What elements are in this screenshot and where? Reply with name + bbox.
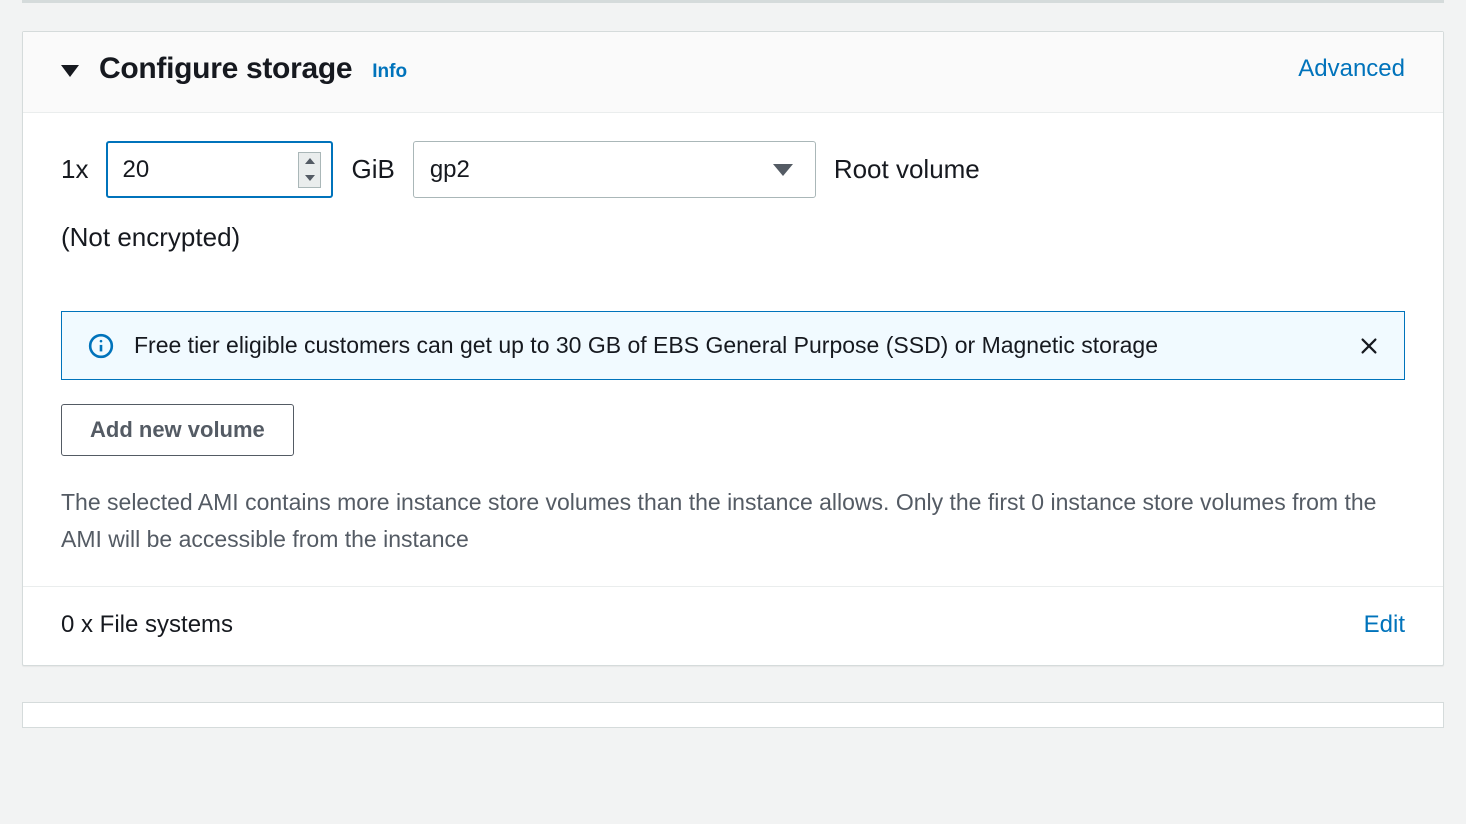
quantity-label: 1x (61, 154, 88, 185)
panel-body: 1x GiB gp2 Root volume (Not encrypted) (23, 113, 1443, 586)
advanced-link[interactable]: Advanced (1298, 55, 1405, 83)
size-input[interactable] (122, 156, 298, 184)
encryption-note: (Not encrypted) (61, 222, 1405, 253)
size-stepper[interactable] (298, 152, 321, 188)
banner-text: Free tier eligible customers can get up … (134, 332, 1336, 359)
stepper-up-icon[interactable] (299, 153, 320, 170)
next-panel-peek (22, 702, 1444, 728)
instance-store-warning: The selected AMI contains more instance … (61, 484, 1405, 586)
info-icon (88, 333, 114, 359)
file-systems-label: 0 x File systems (61, 611, 233, 639)
edit-link[interactable]: Edit (1364, 611, 1405, 639)
panel-title: Configure storage (99, 52, 352, 86)
free-tier-banner: Free tier eligible customers can get up … (61, 311, 1405, 380)
panel-header: Configure storage Info Advanced (23, 32, 1443, 113)
unit-label: GiB (351, 154, 394, 185)
volume-type-select[interactable]: gp2 (413, 141, 816, 198)
volume-type-value: gp2 (430, 156, 773, 184)
configure-storage-panel: Configure storage Info Advanced 1x GiB g… (22, 31, 1444, 666)
close-icon[interactable] (1356, 333, 1382, 359)
size-input-wrap[interactable] (106, 141, 333, 198)
info-link[interactable]: Info (372, 61, 407, 83)
add-volume-button[interactable]: Add new volume (61, 404, 294, 456)
file-systems-row: 0 x File systems Edit (23, 586, 1443, 665)
volume-name-label: Root volume (834, 154, 980, 185)
collapse-caret-icon[interactable] (61, 65, 79, 77)
volume-row: 1x GiB gp2 Root volume (61, 141, 1405, 198)
chevron-down-icon (773, 164, 793, 176)
top-divider (22, 0, 1444, 3)
stepper-down-icon[interactable] (299, 170, 320, 187)
